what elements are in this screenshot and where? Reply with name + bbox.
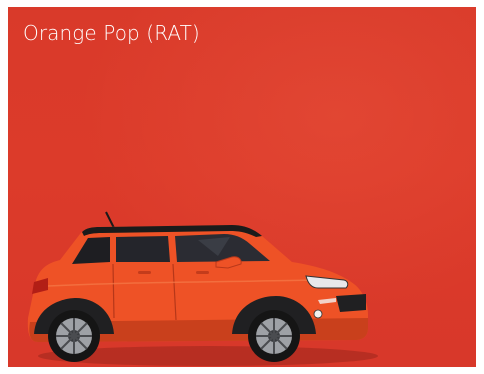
color-swatch-panel: Orange Pop (RAT) (8, 7, 476, 367)
suv-car-icon (27, 211, 378, 366)
car-fog-light (313, 309, 323, 319)
car-image (18, 210, 378, 367)
car-antenna (105, 211, 115, 229)
car-rear-door-window (116, 236, 170, 262)
rear-wheel (48, 310, 100, 362)
rear-door-handle (138, 271, 151, 274)
front-wheel (248, 310, 300, 362)
front-door-handle (196, 271, 209, 274)
color-name-label: Orange Pop (RAT) (23, 21, 200, 45)
car-grille (336, 294, 366, 312)
color-swatch-card: Orange Pop (RAT) (0, 0, 484, 374)
